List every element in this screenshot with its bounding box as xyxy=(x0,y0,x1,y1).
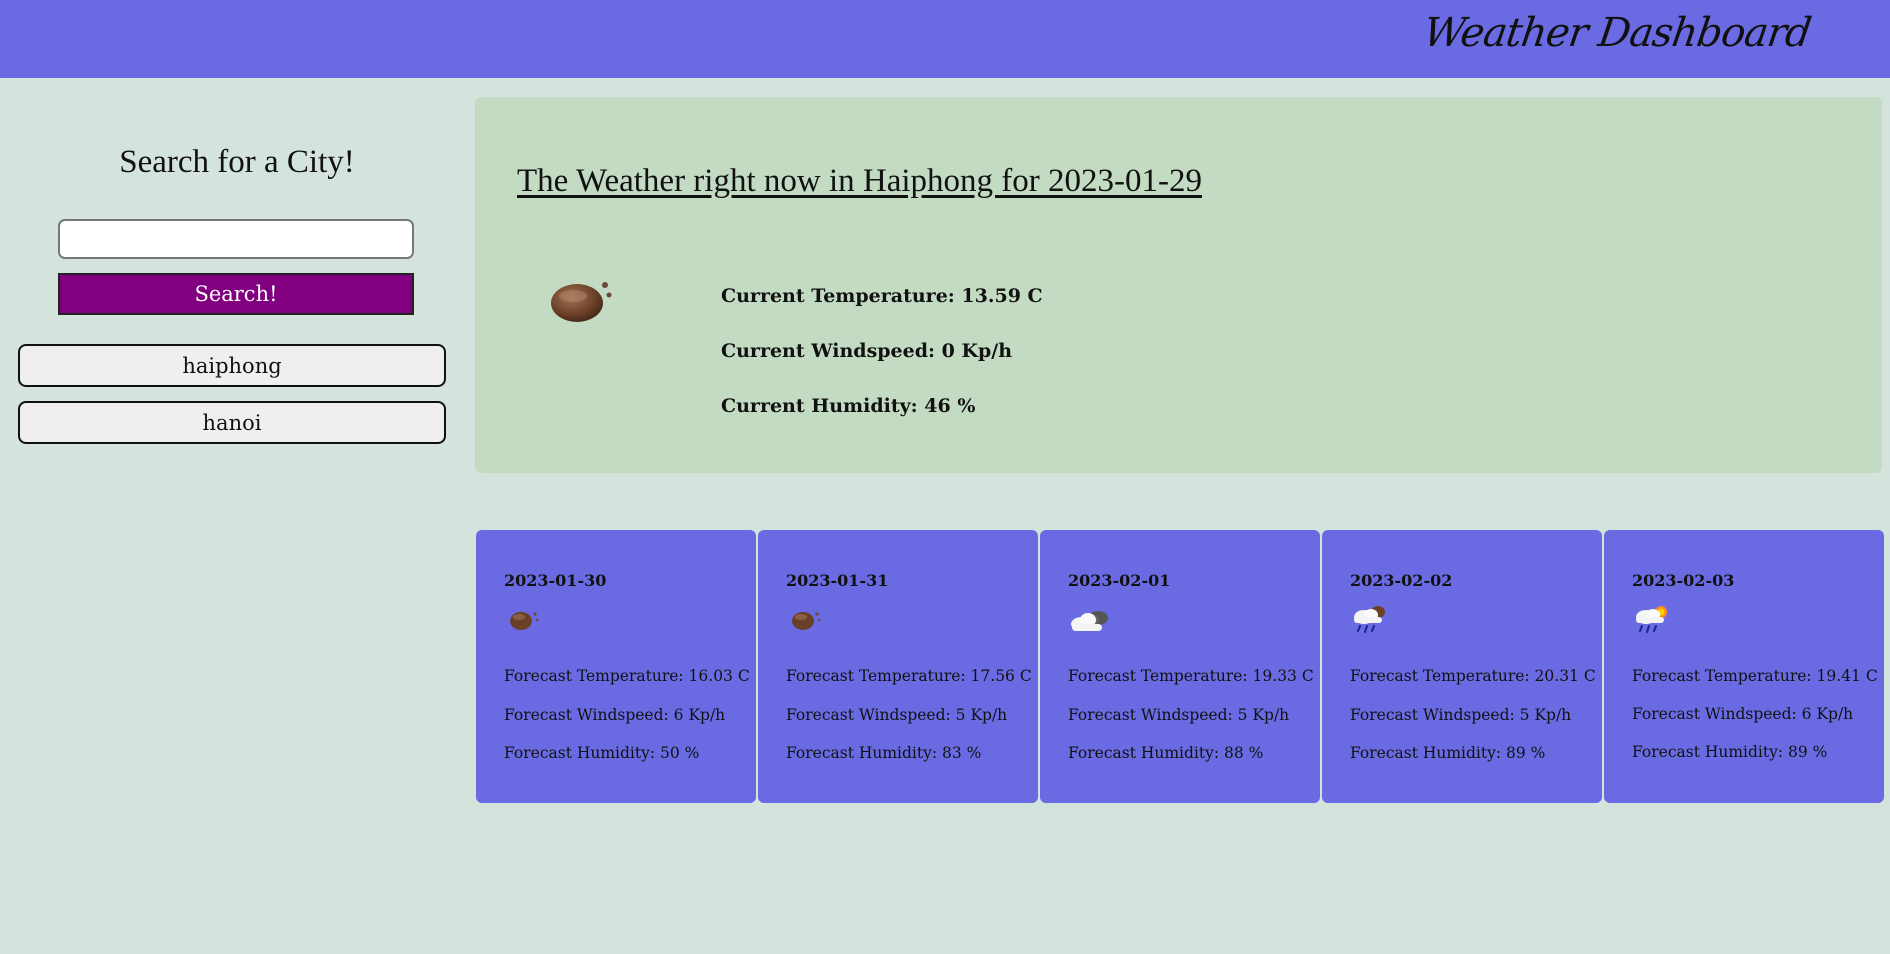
forecast-windspeed: Forecast Windspeed: 5 Kp/h xyxy=(1350,706,1572,724)
clear-night-icon xyxy=(792,612,821,630)
forecast-date: 2023-02-02 xyxy=(1350,571,1453,590)
current-weather-title: The Weather right now in Haiphong for 20… xyxy=(517,163,1202,199)
header-bar: Weather Dashboard xyxy=(0,0,1890,78)
forecast-card: 2023-02-03 Forecast Temperature: 19.41 C… xyxy=(1604,530,1884,803)
forecast-date: 2023-02-03 xyxy=(1632,571,1735,590)
forecast-temperature: Forecast Temperature: 19.41 C xyxy=(1632,667,1878,685)
search-button[interactable]: Search! xyxy=(58,273,414,315)
rain-night-icon xyxy=(1354,606,1385,634)
forecast-date: 2023-01-30 xyxy=(504,571,607,590)
forecast-humidity: Forecast Humidity: 88 % xyxy=(1068,744,1264,762)
forecast-temperature: Forecast Temperature: 16.03 C xyxy=(504,667,750,685)
forecast-date: 2023-02-01 xyxy=(1068,571,1171,590)
forecast-date: 2023-01-31 xyxy=(786,571,889,590)
forecast-card: 2023-02-01 Forecast Temperature: 19.33 C… xyxy=(1040,530,1320,803)
current-weather-panel: The Weather right now in Haiphong for 20… xyxy=(475,97,1882,473)
current-windspeed: Current Windspeed: 0 Kp/h xyxy=(721,340,1013,362)
forecast-temperature: Forecast Temperature: 19.33 C xyxy=(1068,667,1314,685)
sidebar: Search for a City! Search! haiphong hano… xyxy=(0,78,466,954)
clear-night-icon xyxy=(510,612,539,630)
search-title: Search for a City! xyxy=(119,144,355,180)
history-button-haiphong[interactable]: haiphong xyxy=(18,344,446,387)
forecast-windspeed: Forecast Windspeed: 6 Kp/h xyxy=(1632,705,1854,723)
history-button-hanoi[interactable]: hanoi xyxy=(18,401,446,444)
forecast-card: 2023-02-02 Forecast Temperature: 20.31 C… xyxy=(1322,530,1602,803)
current-humidity: Current Humidity: 46 % xyxy=(721,395,976,417)
forecast-card: 2023-01-30 Forecast Temperature: 16.03 C… xyxy=(476,530,756,803)
forecast-temperature: Forecast Temperature: 17.56 C xyxy=(786,667,1032,685)
forecast-temperature: Forecast Temperature: 20.31 C xyxy=(1350,667,1596,685)
forecast-humidity: Forecast Humidity: 83 % xyxy=(786,744,982,762)
clear-night-icon xyxy=(551,282,612,322)
forecast-card: 2023-01-31 Forecast Temperature: 17.56 C… xyxy=(758,530,1038,803)
forecast-windspeed: Forecast Windspeed: 5 Kp/h xyxy=(786,706,1008,724)
rain-day-icon xyxy=(1636,606,1667,634)
forecast-windspeed: Forecast Windspeed: 5 Kp/h xyxy=(1068,706,1290,724)
city-search-input[interactable] xyxy=(58,219,414,259)
forecast-humidity: Forecast Humidity: 89 % xyxy=(1350,744,1546,762)
cloudy-icon xyxy=(1071,611,1108,631)
current-temperature: Current Temperature: 13.59 C xyxy=(721,285,1043,307)
forecast-windspeed: Forecast Windspeed: 6 Kp/h xyxy=(504,706,726,724)
forecast-humidity: Forecast Humidity: 89 % xyxy=(1632,743,1828,761)
forecast-humidity: Forecast Humidity: 50 % xyxy=(504,744,700,762)
brand-title: Weather Dashboard xyxy=(1420,10,1814,56)
